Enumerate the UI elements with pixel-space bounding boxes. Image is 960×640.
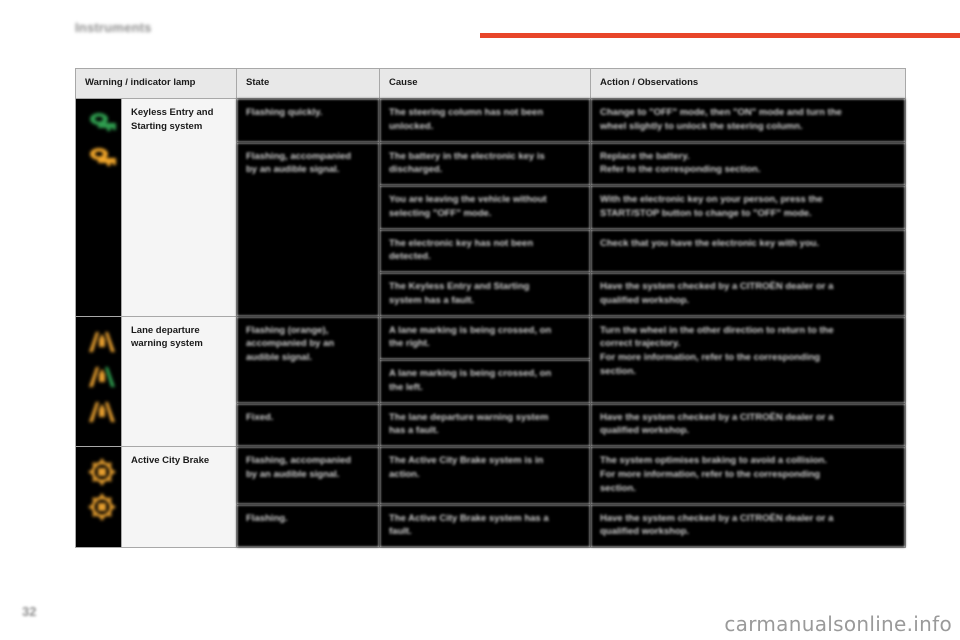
lane-departure-lamp-2-icon (89, 366, 115, 387)
cell-action: Have the system checked by a CITROËN dea… (590, 272, 906, 317)
cell-state: Flashing, accompanied by an audible signa… (236, 141, 380, 317)
table-row: Active City Brake Flashing, accompanied by… (75, 446, 906, 549)
cell-action: The system optimises braking to avoid a … (590, 446, 906, 505)
warning-lamp-table-wrapper: Warning / indicator lamp State Cause Act… (75, 68, 906, 549)
lane-departure-lamp-1-icon (89, 331, 115, 352)
cell-cause: The electronic key has not been detected. (379, 228, 591, 274)
warning-lamp-name: Lane departure warning system (121, 315, 237, 448)
table-row: Lane departure warning system Flashing (o… (75, 315, 906, 448)
page-number: 32 (22, 604, 37, 619)
warning-lamp-name: Keyless Entry and Starting system (121, 98, 237, 317)
cell-action: Have the system checked by a CITROËN dea… (590, 402, 906, 448)
cell-state: Flashing, accompanied by an audible signa… (236, 446, 380, 505)
column-header-state: State (236, 68, 380, 99)
table-header-row: Warning / indicator lamp State Cause Act… (75, 68, 906, 99)
cell-state: Fixed. (236, 402, 380, 448)
site-watermark: carmanualsonline.info (724, 612, 952, 636)
cell-action: Check that you have the electronic key w… (590, 228, 906, 274)
warning-lamp-icon-cell (75, 98, 122, 317)
table-row: Keyless Entry and Starting system Flashin… (75, 98, 906, 317)
cell-action: With the electronic key on your person, … (590, 185, 906, 230)
cell-cause: The Active City Brake system is in action… (379, 446, 591, 505)
cell-cause: You are leaving the vehicle without selec… (379, 185, 591, 230)
cell-action: Change to "OFF" mode, then "ON" mode and… (590, 98, 906, 143)
active-city-brake-lamp-1-icon (89, 459, 115, 486)
cell-cause: The Keyless Entry and Starting system has… (379, 272, 591, 317)
warning-lamp-name: Active City Brake (121, 446, 237, 549)
key-lamp-orange-icon (90, 148, 116, 166)
cell-cause: A lane marking is being crossed, on the l… (379, 359, 591, 404)
cell-cause: The Active City Brake system has a fault. (379, 503, 591, 549)
key-lamp-green-icon (90, 113, 116, 131)
cell-action: Turn the wheel in the other direction to… (590, 315, 906, 404)
column-header-action: Action / Observations (590, 68, 906, 99)
cell-action: Replace the battery. Refer to the corresp… (590, 141, 906, 187)
page-header: Instruments (0, 0, 960, 46)
table-header: Warning / indicator lamp State Cause Act… (75, 68, 906, 99)
warning-lamp-icon-cell (75, 446, 122, 549)
cell-action: Have the system checked by a CITROËN dea… (590, 503, 906, 549)
cell-state: Flashing (orange), accompanied by an audib… (236, 315, 380, 404)
header-accent-rule-end (900, 33, 960, 38)
cell-cause: The lane departure warning system has a f… (379, 402, 591, 448)
warning-lamp-table: Warning / indicator lamp State Cause Act… (75, 68, 906, 549)
cell-state: Flashing. (236, 503, 380, 549)
table-body: Keyless Entry and Starting system Flashin… (75, 98, 906, 549)
page-title: Instruments (75, 20, 152, 35)
cell-cause: The battery in the electronic key is disc… (379, 141, 591, 187)
column-header-cause: Cause (379, 68, 591, 99)
cell-cause: The steering column has not been unlocked… (379, 98, 591, 143)
header-accent-rule (480, 33, 900, 38)
active-city-brake-lamp-2-icon (89, 494, 115, 521)
lane-departure-lamp-3-icon (89, 401, 115, 422)
warning-lamp-icon-cell (75, 315, 122, 448)
column-header-warning-lamp: Warning / indicator lamp (75, 68, 237, 99)
cell-state: Flashing quickly. (236, 98, 380, 143)
cell-cause: A lane marking is being crossed, on the r… (379, 315, 591, 361)
